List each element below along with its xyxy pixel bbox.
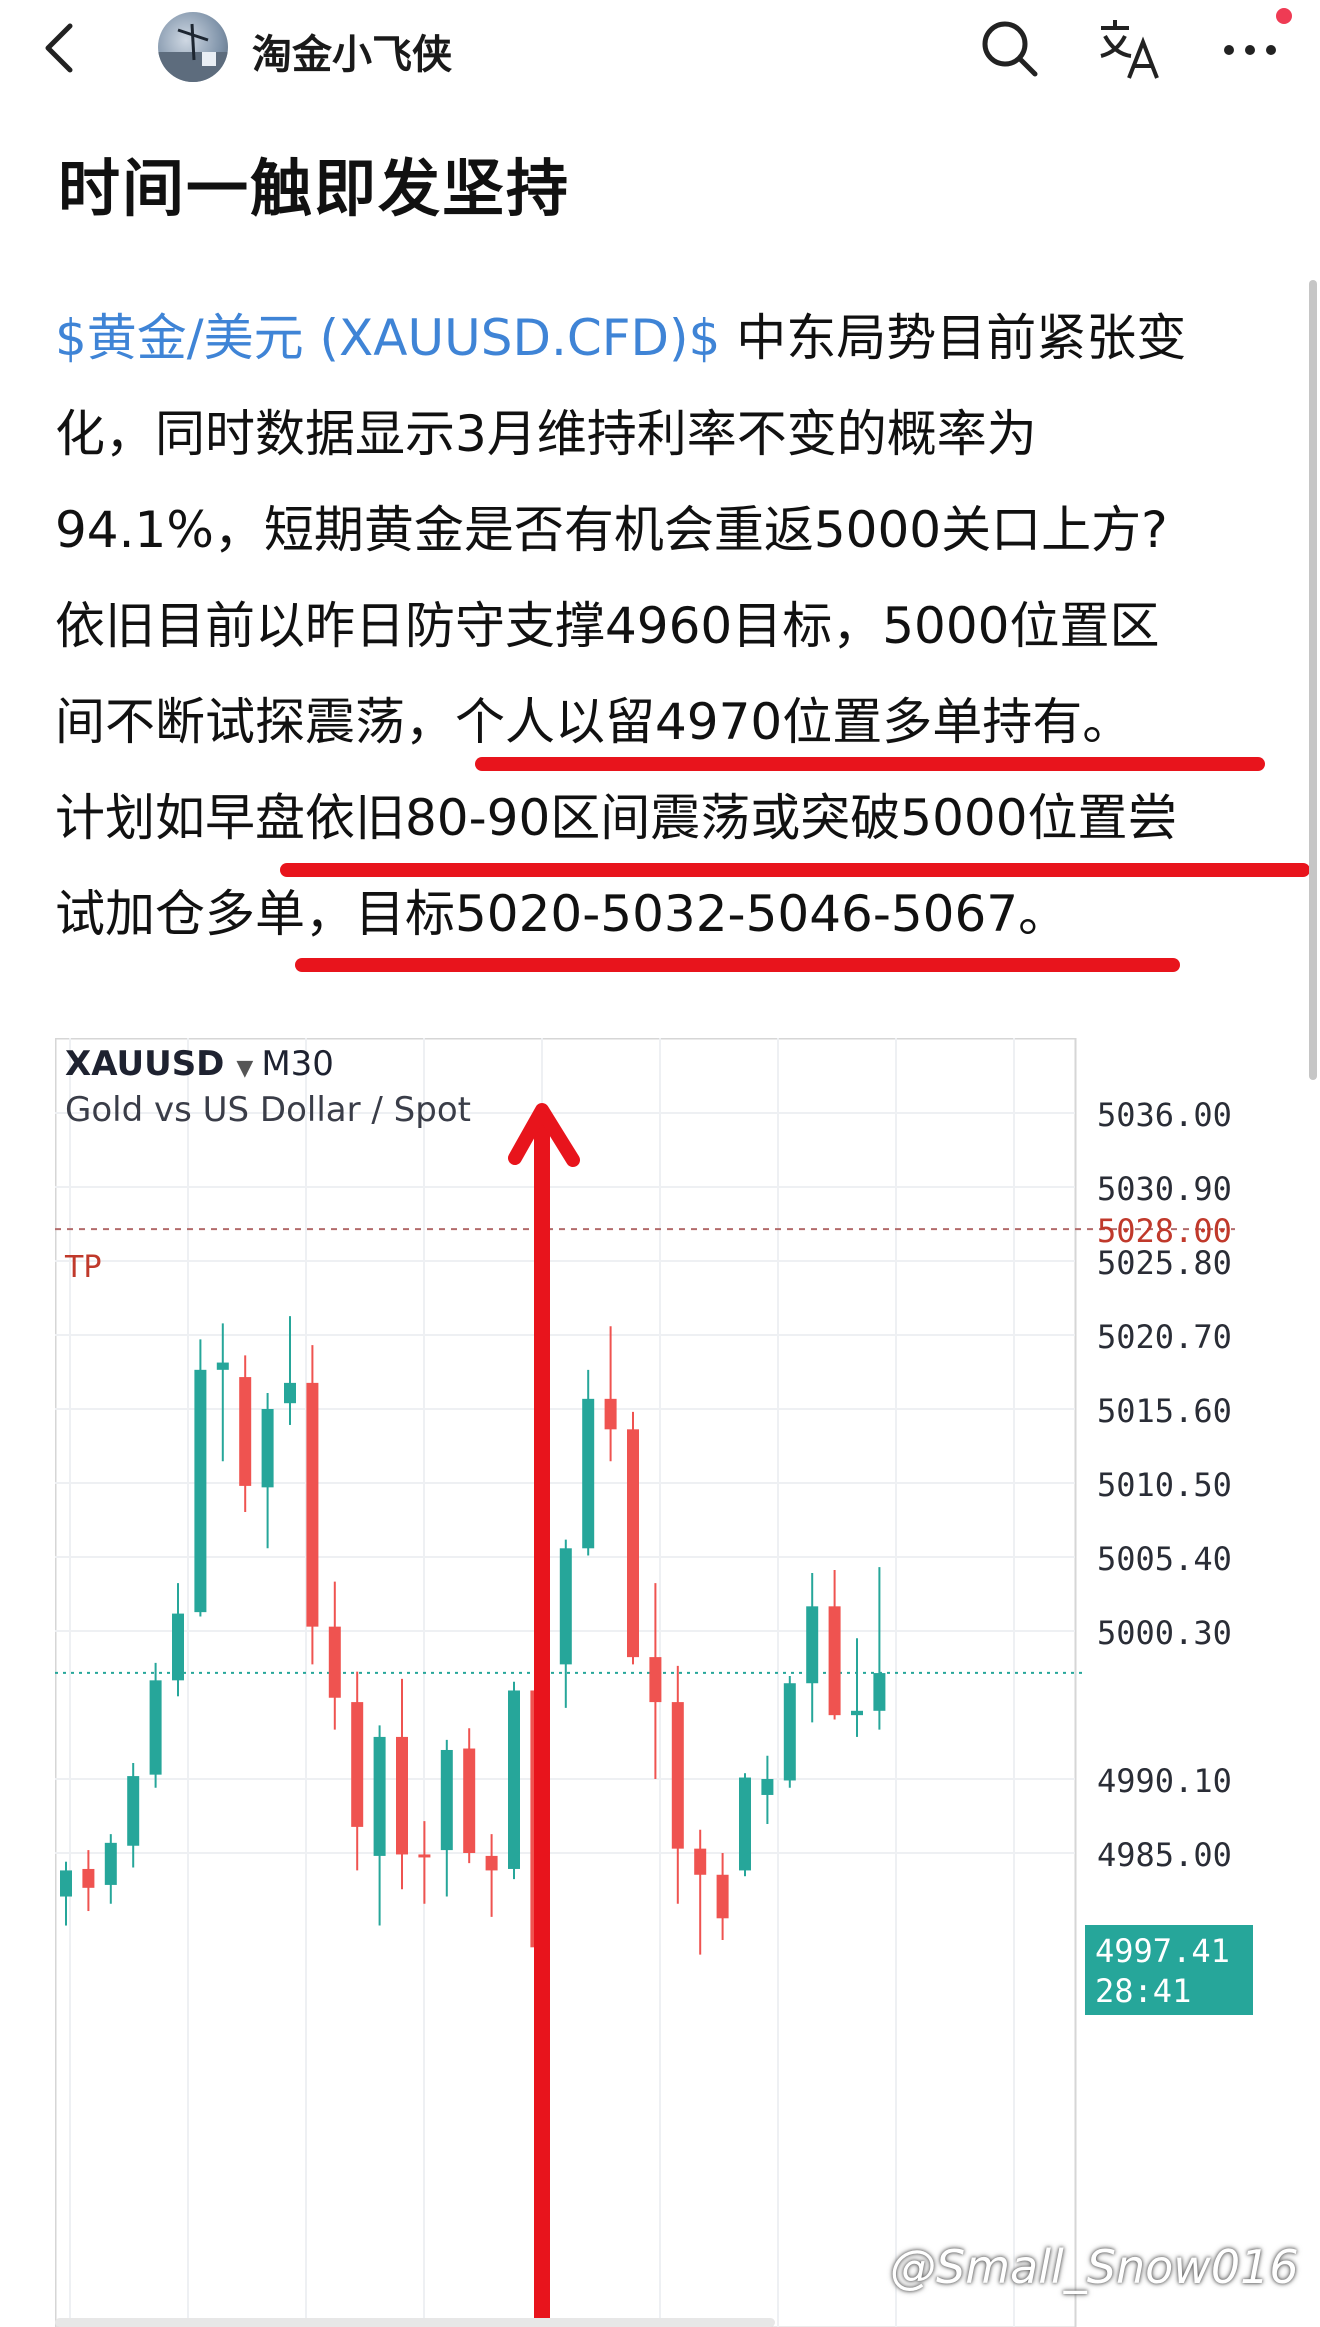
post-line-1: $黄金/美元 (XAUUSD.CFD)$ 中东局势目前紧张变 <box>55 290 1285 386</box>
candle-body <box>127 1776 140 1846</box>
candle-body <box>851 1710 863 1716</box>
candle-body <box>649 1657 662 1703</box>
candle-body <box>627 1429 639 1658</box>
candle-body <box>671 1702 684 1849</box>
candle-body <box>149 1680 162 1775</box>
price-tick: 5010.50 <box>1097 1466 1232 1504</box>
post-line-4: 依旧目前以昨日防守支撑4960目标，5000位置区 <box>55 597 1160 655</box>
candle-body <box>373 1736 386 1856</box>
candle-body <box>582 1398 595 1549</box>
search-icon <box>982 21 1038 77</box>
post-line-7: 试加仓多单，目标5020-5032-5046-5067。 <box>55 885 1069 943</box>
candle-body <box>508 1690 520 1869</box>
candle-body <box>351 1702 364 1827</box>
post-title: 时间一触即发坚持 <box>58 152 571 225</box>
price-tick: 4985.00 <box>1097 1836 1232 1874</box>
price-tick: 5025.80 <box>1097 1244 1232 1282</box>
candle-body <box>463 1748 476 1853</box>
candle-body <box>239 1377 252 1486</box>
candle-body <box>284 1382 296 1404</box>
post-line-5: 间不断试探震荡，个人以留4970位置多单持有。 <box>55 693 1133 751</box>
more-dots-icon <box>1224 45 1276 55</box>
candle-body <box>194 1369 207 1613</box>
price-tick: 5015.60 <box>1097 1392 1232 1430</box>
price-tick: 5000.30 <box>1097 1614 1232 1652</box>
price-tick: 4990.10 <box>1097 1762 1232 1800</box>
candle-body <box>328 1626 341 1698</box>
post-line-2: 化，同时数据显示3月维持利率不变的概率为 <box>55 405 1037 463</box>
candle-body <box>306 1382 319 1627</box>
price-tick: 5005.40 <box>1097 1540 1232 1578</box>
candle-body <box>418 1854 431 1858</box>
candle-body <box>172 1613 184 1681</box>
red-underline-1 <box>475 757 1265 771</box>
candle-body <box>440 1749 453 1851</box>
tp-label: TP <box>65 1250 102 1285</box>
chart-subtitle: Gold vs US Dollar / Spot <box>65 1090 471 1130</box>
candle-body <box>828 1606 841 1716</box>
candle-body <box>60 1870 72 1897</box>
red-underline-2 <box>280 863 1310 877</box>
bottom-edge <box>55 2318 775 2327</box>
more-button[interactable] <box>1215 14 1285 84</box>
post-body: $黄金/美元 (XAUUSD.CFD)$ 中东局势目前紧张变 化，同时数据显示3… <box>55 290 1285 962</box>
translate-button[interactable] <box>1095 14 1165 84</box>
red-underline-3 <box>295 958 1180 972</box>
post-line-3: 94.1%，短期黄金是否有机会重返5000关口上方? <box>55 501 1168 559</box>
author-avatar[interactable] <box>158 12 228 82</box>
price-tick: 5030.90 <box>1097 1170 1232 1208</box>
price-chart: XAUUSD ▼ M30 Gold vs US Dollar / Spot TP 5… <box>55 1038 1285 2327</box>
candle-body <box>396 1736 408 1855</box>
post-line-6: 计划如早盘依旧80-90区间震荡或突破5000位置尝 <box>55 789 1178 847</box>
candle-body <box>216 1362 229 1370</box>
chevron-left-icon <box>45 23 73 73</box>
top-bar: 淘金小飞侠 <box>0 0 1320 110</box>
caret-down-icon: ▼ <box>236 1056 254 1081</box>
candle-body <box>783 1683 796 1781</box>
candle-body <box>761 1779 774 1795</box>
chart-symbol[interactable]: XAUUSD ▼ M30 <box>65 1044 334 1084</box>
timeframe-label: M30 <box>261 1044 334 1084</box>
post-line-text: 中东局势目前紧张变 <box>736 309 1187 367</box>
candle-body <box>806 1606 819 1684</box>
author-name[interactable]: 淘金小飞侠 <box>252 22 452 80</box>
current-price-label: 4997.41 28:41 <box>1085 1925 1253 2015</box>
price-tick: 5020.70 <box>1097 1318 1232 1356</box>
candle-body <box>485 1855 498 1871</box>
candle-body <box>559 1548 572 1665</box>
price-tick: 5036.00 <box>1097 1096 1232 1134</box>
ticker-link[interactable]: $黄金/美元 (XAUUSD.CFD)$ <box>55 309 720 367</box>
scrollbar[interactable] <box>1309 280 1317 1080</box>
back-button[interactable] <box>30 18 90 78</box>
candle-body <box>694 1848 707 1875</box>
notification-dot <box>1276 8 1292 24</box>
candle-body <box>104 1842 117 1885</box>
translate-icon <box>1100 20 1159 79</box>
bar-countdown: 28:41 <box>1095 1972 1192 2010</box>
candle-body <box>873 1673 886 1711</box>
avatar-image <box>158 23 228 82</box>
search-button[interactable] <box>975 14 1045 84</box>
candle-body <box>604 1398 617 1430</box>
current-price: 4997.41 <box>1095 1932 1230 1970</box>
candle-body <box>739 1777 751 1871</box>
candle-body <box>82 1868 95 1888</box>
candle-body <box>716 1874 729 1919</box>
symbol-label: XAUUSD <box>65 1044 225 1084</box>
watermark: @Small_Snow016 <box>890 2240 1299 2294</box>
candle-body <box>261 1409 274 1488</box>
